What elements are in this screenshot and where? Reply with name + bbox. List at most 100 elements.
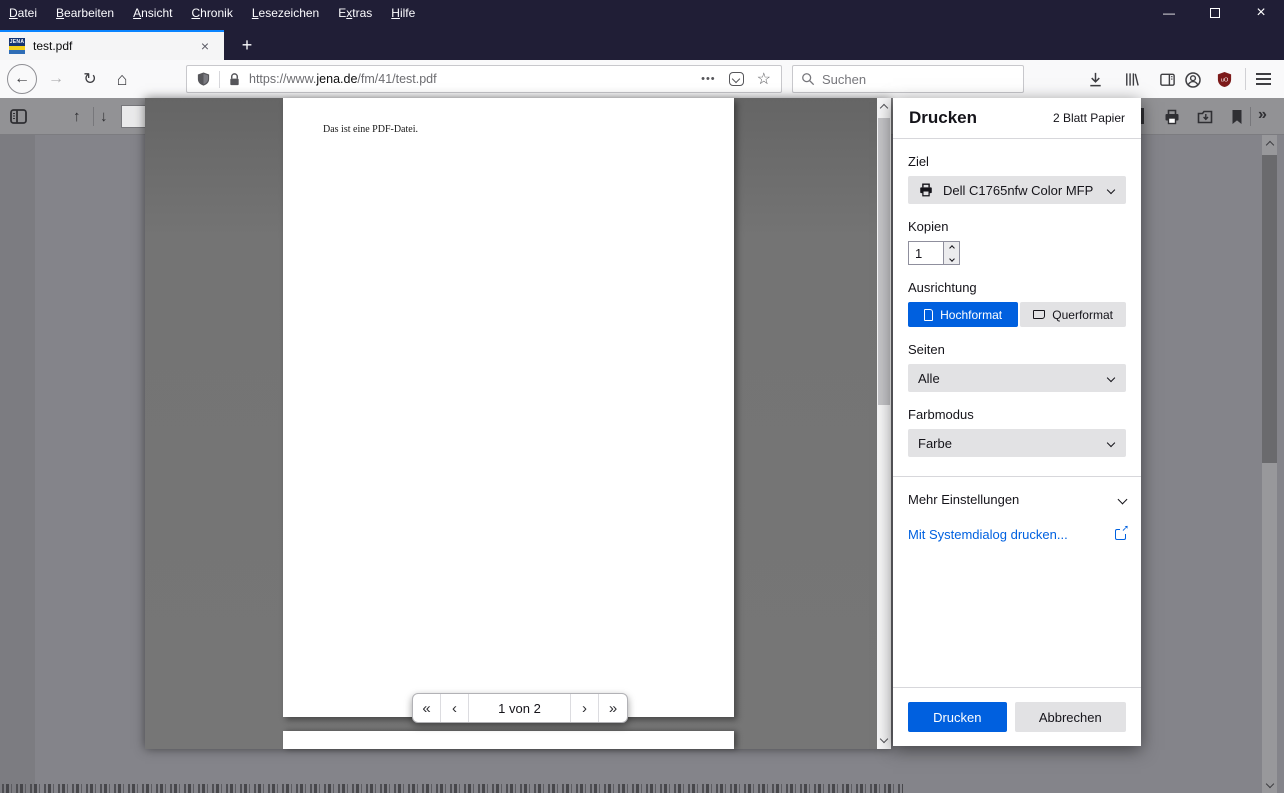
previous-page-icon[interactable]: ↑: [73, 108, 81, 125]
page-navigation: « ‹ 1 von 2 › »: [412, 693, 628, 723]
home-button[interactable]: ⌂: [107, 64, 137, 94]
preview-page-2: [283, 731, 734, 749]
menubar: Datei Bearbeiten Ansicht Chronik Lesezei…: [0, 6, 415, 20]
print-button[interactable]: Drucken: [908, 702, 1007, 732]
copies-label: Kopien: [908, 219, 949, 234]
tab-title: test.pdf: [33, 39, 73, 53]
menu-datei[interactable]: Datei: [9, 6, 37, 20]
toolbar-overflow-icon[interactable]: »: [1258, 106, 1267, 124]
toolbar-divider: [1245, 68, 1246, 90]
back-button[interactable]: ←: [7, 64, 37, 94]
chevron-down-icon: [1106, 438, 1116, 448]
reload-icon: ↻: [83, 71, 97, 88]
landscape-icon: [1033, 310, 1046, 319]
menu-bearbeiten[interactable]: Bearbeiten: [56, 6, 114, 20]
destination-select[interactable]: Dell C1765nfw Color MFP: [908, 176, 1126, 204]
scroll-up-icon[interactable]: [1262, 138, 1277, 152]
preview-scrollbar[interactable]: [877, 98, 891, 749]
stepper-down-icon[interactable]: [944, 253, 959, 264]
save-icon[interactable]: [1196, 108, 1214, 126]
color-mode-value: Farbe: [918, 435, 952, 451]
pages-select[interactable]: Alle: [908, 364, 1126, 392]
urlbar-divider: [219, 70, 220, 88]
chevron-down-icon: [1106, 185, 1116, 195]
chevron-down-icon: [1117, 494, 1128, 505]
chevron-down-icon: [1106, 373, 1116, 383]
downloads-icon[interactable]: [1087, 71, 1104, 88]
menu-chronik[interactable]: Chronik: [191, 6, 232, 20]
preview-scroll-up-icon[interactable]: [877, 101, 891, 115]
dialog-divider: [893, 476, 1141, 477]
new-tab-button[interactable]: +: [231, 30, 263, 60]
next-page-button[interactable]: ›: [571, 694, 599, 722]
print-dialog: Drucken 2 Blatt Papier Ziel Dell C1765nf…: [893, 98, 1141, 746]
stepper-up-icon[interactable]: [944, 242, 959, 253]
maximize-icon: [1210, 7, 1220, 18]
preview-scrollbar-thumb[interactable]: [878, 118, 890, 405]
portrait-button[interactable]: Hochformat: [908, 302, 1019, 327]
menu-hilfe[interactable]: Hilfe: [391, 6, 415, 20]
page-indicator: 1 von 2: [469, 694, 571, 722]
pages-value: Alle: [918, 370, 940, 386]
search-bar[interactable]: [792, 65, 1024, 93]
page-actions-icon[interactable]: •••: [701, 73, 716, 85]
previous-page-button[interactable]: ‹: [441, 694, 469, 722]
bookmark-icon[interactable]: [1229, 108, 1245, 126]
scroll-down-icon[interactable]: [1262, 777, 1277, 791]
window-scrollbar-thumb[interactable]: [1262, 155, 1277, 463]
orientation-label: Ausrichtung: [908, 280, 977, 295]
minimize-button[interactable]: —: [1146, 0, 1192, 25]
pdfjs-divider-2: [1250, 107, 1251, 126]
copies-input[interactable]: [908, 241, 944, 265]
preview-scroll-down-icon[interactable]: [877, 732, 891, 746]
portrait-icon: [924, 308, 934, 321]
menu-ansicht[interactable]: Ansicht: [133, 6, 172, 20]
minimize-icon: —: [1163, 5, 1175, 20]
back-icon: ←: [14, 70, 30, 87]
next-page-icon[interactable]: ↓: [100, 108, 108, 125]
content-area: ↑ ↓ » Das ist eine PDF-Datei. « ‹ 1 von …: [0, 98, 1284, 793]
copies-stepper[interactable]: [944, 241, 960, 265]
external-link-icon: [1115, 523, 1129, 540]
forward-icon: →: [48, 70, 64, 87]
hamburger-menu-icon[interactable]: [1256, 73, 1271, 85]
menu-lesezeichen[interactable]: Lesezeichen: [252, 6, 319, 20]
destination-value: Dell C1765nfw Color MFP: [943, 182, 1094, 198]
tab-test-pdf[interactable]: JENA test.pdf ×: [0, 30, 224, 60]
pages-label: Seiten: [908, 342, 945, 357]
first-page-button[interactable]: «: [413, 694, 441, 722]
url-bar[interactable]: https://www.jena.de/fm/41/test.pdf ••• ☆: [186, 65, 782, 93]
tab-close-icon[interactable]: ×: [195, 36, 215, 56]
forward-button[interactable]: →: [41, 64, 71, 94]
print-icon[interactable]: [1163, 108, 1181, 126]
maximize-button[interactable]: [1192, 0, 1238, 25]
sidebar-toggle-icon[interactable]: [9, 107, 28, 126]
library-icon[interactable]: [1123, 71, 1140, 88]
dialog-title: Drucken: [909, 108, 978, 127]
pocket-icon[interactable]: [728, 72, 744, 86]
close-icon: ×: [1256, 3, 1266, 21]
last-page-button[interactable]: »: [599, 694, 627, 722]
sheet-count: 2 Blatt Papier: [1052, 111, 1125, 125]
bookmark-star-icon[interactable]: ☆: [757, 69, 771, 89]
tracking-shield-icon[interactable]: [196, 71, 211, 87]
landscape-button[interactable]: Querformat: [1020, 302, 1126, 327]
pdfjs-divider: [93, 107, 94, 126]
destination-label: Ziel: [908, 154, 929, 169]
lock-icon: [230, 72, 239, 85]
menu-extras[interactable]: Extras: [338, 6, 372, 20]
close-button[interactable]: ×: [1238, 0, 1284, 25]
plus-icon: +: [241, 34, 253, 55]
search-input[interactable]: [822, 71, 1015, 87]
account-icon[interactable]: [1184, 71, 1202, 89]
color-mode-select[interactable]: Farbe: [908, 429, 1126, 457]
url-text: https://www.jena.de/fm/41/test.pdf: [249, 72, 437, 86]
sidebars-icon[interactable]: [1159, 71, 1176, 88]
system-dialog-link[interactable]: Mit Systemdialog drucken...: [908, 523, 1129, 542]
more-settings-row[interactable]: Mehr Einstellungen: [908, 492, 1128, 507]
cancel-button[interactable]: Abbrechen: [1014, 702, 1126, 732]
window-scrollbar[interactable]: [1262, 135, 1277, 793]
printer-icon: [920, 183, 932, 197]
reload-button[interactable]: ↻: [75, 64, 105, 94]
ublock-icon[interactable]: uO: [1216, 71, 1233, 88]
